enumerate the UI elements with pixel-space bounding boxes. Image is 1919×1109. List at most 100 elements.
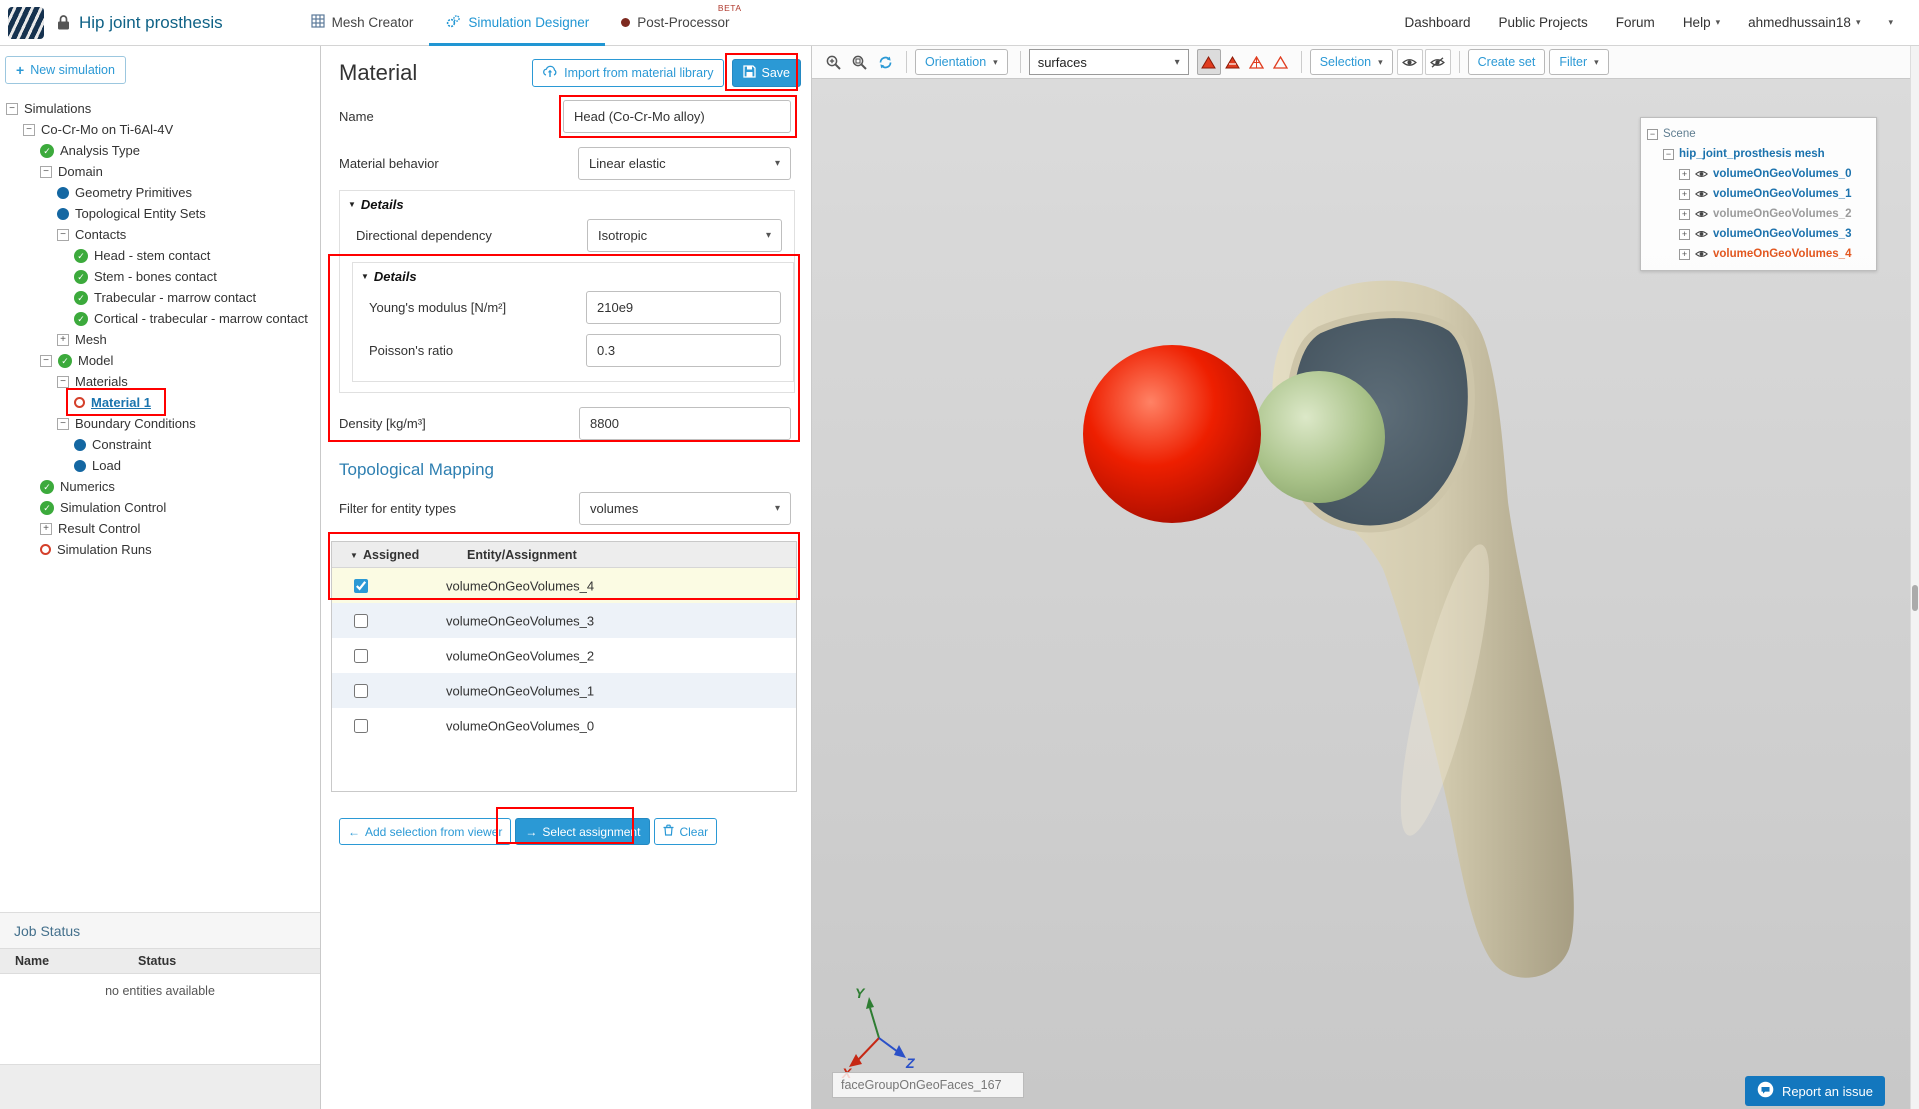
assignment-row-volumeongeovolumes-0[interactable]: volumeOnGeoVolumes_0: [332, 708, 796, 743]
poissons-ratio-input[interactable]: [586, 334, 781, 367]
collapse-icon[interactable]: −: [1663, 148, 1674, 160]
tab-mesh-creator[interactable]: Mesh Creator: [295, 0, 430, 46]
wireframe-display-toggle[interactable]: [1245, 49, 1269, 75]
zoom-in-button[interactable]: [820, 49, 846, 75]
material-behavior-select[interactable]: Linear elastic ▾: [578, 147, 791, 180]
tree-item-contacts[interactable]: − Contacts: [0, 224, 320, 245]
assignment-row-volumeongeovolumes-4[interactable]: volumeOnGeoVolumes_4: [332, 568, 796, 603]
collapse-icon[interactable]: −: [1647, 128, 1658, 140]
expand-icon[interactable]: +: [40, 522, 52, 535]
tab-post-processor[interactable]: Post-Processor BETA: [605, 0, 745, 46]
tree-item-trabecular-marrow-contact[interactable]: ✓ Trabecular - marrow contact: [0, 287, 320, 308]
expand-icon[interactable]: +: [1679, 228, 1690, 240]
3d-viewport[interactable]: X Y Z −Scene−hip_joint_prosthesis mesh+v…: [812, 79, 1910, 1109]
surfaces-edges-display-toggle[interactable]: [1221, 49, 1245, 75]
prosthesis-head-sphere[interactable]: [1083, 345, 1261, 523]
tree-item-domain[interactable]: − Domain: [0, 161, 320, 182]
tree-item-cortical-trabecular-marrow-contact[interactable]: ✓ Cortical - trabecular - marrow contact: [0, 308, 320, 329]
tree-item-simulations[interactable]: − Simulations: [0, 98, 320, 119]
tree-item-load[interactable]: Load: [0, 455, 320, 476]
details-toggle[interactable]: ▼ Details: [340, 195, 794, 213]
tree-item-simulation-runs[interactable]: Simulation Runs: [0, 539, 320, 560]
selection-name-field[interactable]: faceGroupOnGeoFaces_167: [832, 1072, 1024, 1098]
expand-icon[interactable]: +: [57, 333, 69, 346]
save-button[interactable]: Save: [731, 59, 801, 87]
tree-item-simulation-control[interactable]: ✓ Simulation Control: [0, 497, 320, 518]
selection-dropdown[interactable]: Selection ▾: [1309, 49, 1393, 75]
tree-item-materials[interactable]: − Materials: [0, 371, 320, 392]
sort-triangle-icon[interactable]: ▼: [350, 551, 358, 560]
show-entities-button[interactable]: [1396, 49, 1423, 75]
tree-item-result-control[interactable]: + Result Control: [0, 518, 320, 539]
report-issue-button[interactable]: Report an issue: [1744, 1076, 1885, 1106]
nav-dashboard[interactable]: Dashboard: [1404, 15, 1470, 30]
tree-item-material-1[interactable]: Material 1: [0, 392, 320, 413]
nav-help[interactable]: Help ▾: [1683, 15, 1720, 30]
tree-item-mesh[interactable]: + Mesh: [0, 329, 320, 350]
more-menu-chevron-icon[interactable]: ▾: [1888, 17, 1893, 28]
new-simulation-button[interactable]: + New simulation: [5, 56, 126, 84]
tree-item-co-cr-mo-on-ti-6al-4v[interactable]: − Co-Cr-Mo on Ti-6Al-4V: [0, 119, 320, 140]
assignment-checkbox[interactable]: [354, 613, 368, 628]
select-assignment-button[interactable]: → Select assignment: [515, 818, 651, 845]
scene-tree-item-volumeongeovolumes-3[interactable]: + volumeOnGeoVolumes_3: [1641, 224, 1876, 244]
youngs-modulus-input[interactable]: [586, 291, 781, 324]
tree-item-analysis-type[interactable]: ✓ Analysis Type: [0, 140, 320, 161]
add-selection-from-viewer-button[interactable]: ← Add selection from viewer: [339, 818, 512, 845]
zoom-to-fit-button[interactable]: [846, 49, 872, 75]
collapse-icon[interactable]: −: [57, 228, 69, 241]
visibility-eye-icon[interactable]: [1695, 189, 1708, 199]
scrollbar-thumb[interactable]: [1912, 585, 1918, 611]
expand-icon[interactable]: +: [1679, 248, 1690, 260]
assignment-checkbox[interactable]: [354, 648, 368, 663]
directional-dependency-select[interactable]: Isotropic ▾: [587, 219, 782, 252]
tree-item-numerics[interactable]: ✓ Numerics: [0, 476, 320, 497]
expand-icon[interactable]: +: [1679, 168, 1690, 180]
app-logo-icon[interactable]: [8, 6, 44, 39]
scene-tree-item-volumeongeovolumes-4[interactable]: + volumeOnGeoVolumes_4: [1641, 244, 1876, 264]
material-name-input[interactable]: [563, 100, 791, 133]
assignment-row-volumeongeovolumes-3[interactable]: volumeOnGeoVolumes_3: [332, 603, 796, 638]
tree-item-topological-entity-sets[interactable]: Topological Entity Sets: [0, 203, 320, 224]
scene-tree-item-volumeongeovolumes-0[interactable]: + volumeOnGeoVolumes_0: [1641, 164, 1876, 184]
tab-simulation-designer[interactable]: Simulation Designer: [429, 0, 605, 46]
assignment-row-volumeongeovolumes-1[interactable]: volumeOnGeoVolumes_1: [332, 673, 796, 708]
reset-view-button[interactable]: [872, 49, 898, 75]
create-set-button[interactable]: Create set: [1467, 49, 1546, 75]
import-material-button[interactable]: Import from material library: [532, 59, 724, 87]
scene-tree-item-volumeongeovolumes-2[interactable]: + volumeOnGeoVolumes_2: [1641, 204, 1876, 224]
tree-item-stem-bones-contact[interactable]: ✓ Stem - bones contact: [0, 266, 320, 287]
scene-tree-item-scene[interactable]: − Scene: [1641, 124, 1876, 144]
tree-item-geometry-primitives[interactable]: Geometry Primitives: [0, 182, 320, 203]
surfaces-display-toggle[interactable]: [1196, 49, 1221, 75]
entity-filter-select[interactable]: volumes ▾: [579, 492, 791, 525]
collapse-icon[interactable]: −: [23, 123, 35, 136]
page-scrollbar[interactable]: [1910, 46, 1919, 1109]
collapse-icon[interactable]: −: [6, 102, 18, 115]
inner-details-toggle[interactable]: ▼ Details: [353, 267, 793, 285]
density-input[interactable]: [579, 407, 791, 440]
collapse-icon[interactable]: −: [57, 417, 69, 430]
outline-display-toggle[interactable]: [1269, 49, 1293, 75]
nav-forum[interactable]: Forum: [1616, 15, 1655, 30]
expand-icon[interactable]: +: [1679, 188, 1690, 200]
tree-item-constraint[interactable]: Constraint: [0, 434, 320, 455]
assignment-checkbox[interactable]: [354, 718, 368, 733]
visibility-eye-icon[interactable]: [1695, 209, 1708, 219]
scene-tree-item-hip-joint-prosthesis-mesh[interactable]: − hip_joint_prosthesis mesh: [1641, 144, 1876, 164]
scene-tree-item-volumeongeovolumes-1[interactable]: + volumeOnGeoVolumes_1: [1641, 184, 1876, 204]
orientation-dropdown[interactable]: Orientation ▾: [915, 49, 1008, 75]
collapse-icon[interactable]: −: [40, 354, 52, 367]
expand-icon[interactable]: +: [1679, 208, 1690, 220]
tree-item-model[interactable]: − ✓ Model: [0, 350, 320, 371]
collapse-icon[interactable]: −: [40, 165, 52, 178]
tree-item-head-stem-contact[interactable]: ✓ Head - stem contact: [0, 245, 320, 266]
filter-dropdown[interactable]: Filter ▾: [1549, 49, 1609, 75]
visibility-eye-icon[interactable]: [1695, 169, 1708, 179]
nav-public-projects[interactable]: Public Projects: [1499, 15, 1588, 30]
visibility-eye-icon[interactable]: [1695, 249, 1708, 259]
assignment-row-volumeongeovolumes-2[interactable]: volumeOnGeoVolumes_2: [332, 638, 796, 673]
hide-entities-button[interactable]: [1424, 49, 1451, 75]
collapse-icon[interactable]: −: [57, 375, 69, 388]
tree-item-boundary-conditions[interactable]: − Boundary Conditions: [0, 413, 320, 434]
